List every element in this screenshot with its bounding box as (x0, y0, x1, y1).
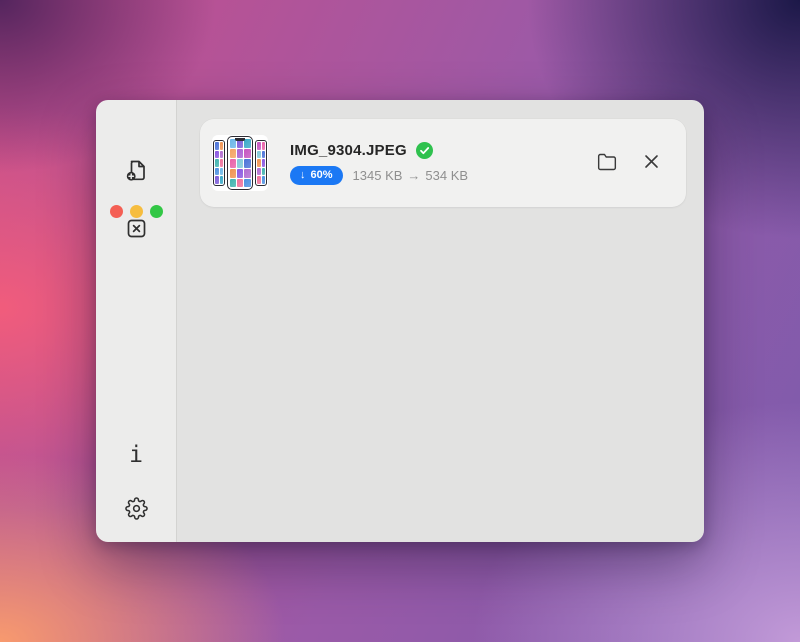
gear-icon (125, 497, 148, 520)
file-meta: IMG_9304.JPEG ↓ 60% 1345 KB → 534 KB (290, 142, 468, 185)
folder-icon (597, 152, 617, 175)
phone-mockup-right (255, 140, 267, 186)
settings-button[interactable] (116, 488, 156, 528)
file-thumbnail[interactable] (212, 135, 268, 191)
compressed-file-card: IMG_9304.JPEG ↓ 60% 1345 KB → 534 KB (200, 119, 686, 207)
add-file-button[interactable] (116, 150, 156, 190)
info-icon: i (129, 444, 143, 467)
clear-all-button[interactable] (116, 208, 156, 248)
sidebar: i (96, 100, 177, 542)
desktop-wallpaper: { "background": { "corner_colors": { "to… (0, 0, 800, 642)
info-button[interactable]: i (116, 435, 156, 475)
dismiss-file-button[interactable] (636, 148, 666, 178)
phone-mockup-left (213, 140, 225, 186)
show-in-finder-button[interactable] (592, 148, 622, 178)
arrow-right-icon: → (407, 168, 420, 183)
close-icon (644, 154, 659, 172)
file-sizes: 1345 KB → 534 KB (353, 168, 469, 183)
savings-badge: ↓ 60% (290, 166, 343, 185)
size-before: 1345 KB (353, 168, 403, 183)
app-window: i (96, 100, 704, 542)
phone-mockup-center (227, 136, 253, 190)
size-after: 534 KB (425, 168, 468, 183)
savings-percent: 60% (311, 169, 333, 181)
arrow-down-icon: ↓ (300, 169, 306, 181)
check-circle-icon (416, 142, 433, 159)
card-actions (592, 148, 666, 178)
file-plus-icon (123, 157, 150, 184)
main-area: IMG_9304.JPEG ↓ 60% 1345 KB → 534 KB (177, 100, 704, 542)
x-square-icon (124, 216, 149, 241)
file-name: IMG_9304.JPEG (290, 142, 407, 159)
